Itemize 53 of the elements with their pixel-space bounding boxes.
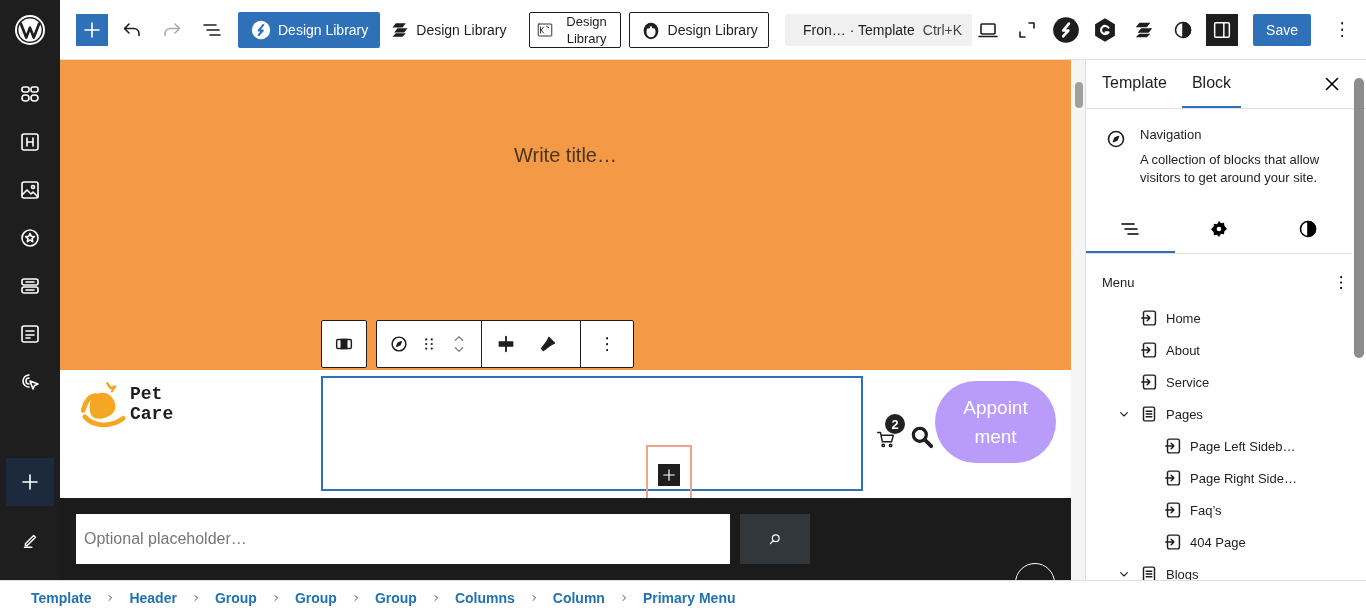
menu-item[interactable]: Faq’s xyxy=(1086,494,1326,526)
menu-item[interactable]: About xyxy=(1086,334,1326,366)
menu-item[interactable]: Page Left Sideb… xyxy=(1086,430,1326,462)
menu-options-button[interactable] xyxy=(1339,275,1342,289)
scrollbar-thumb[interactable] xyxy=(1075,82,1083,108)
image-icon xyxy=(18,178,42,202)
menu-label: Menu xyxy=(1102,274,1135,290)
scrollbar-thumb[interactable] xyxy=(1354,78,1364,358)
s-circle-icon xyxy=(250,18,272,41)
breadcrumb-link[interactable]: Primary Menu xyxy=(633,590,745,606)
breadcrumb-link[interactable]: Template xyxy=(22,590,101,606)
add-block-button[interactable] xyxy=(658,464,680,486)
site-logo-button[interactable] xyxy=(0,0,60,60)
block-description: A collection of blocks that allow visitors to get around your site. xyxy=(1140,151,1321,187)
breadcrumb-link[interactable]: Column xyxy=(543,590,614,606)
save-button[interactable]: Save xyxy=(1253,13,1311,46)
menu-item[interactable]: Pages xyxy=(1086,398,1326,430)
navigation-block[interactable] xyxy=(321,376,863,491)
form-icon xyxy=(18,322,42,346)
plus-icon xyxy=(660,466,678,484)
breadcrumb-link[interactable]: Group xyxy=(365,590,426,606)
panel-tab[interactable]: Block xyxy=(1181,60,1242,108)
document-title: Fron… · Template xyxy=(803,21,915,38)
star-circle-icon xyxy=(18,226,42,250)
breadcrumb-link[interactable]: Columns xyxy=(445,590,524,606)
menu-item[interactable]: 404 Page xyxy=(1086,526,1326,558)
breadcrumb-link[interactable]: Group xyxy=(285,590,346,606)
title-placeholder[interactable]: Write title… xyxy=(514,144,617,168)
design-library-button[interactable]: Design Library xyxy=(238,11,381,48)
design-library-button[interactable]: Design Library xyxy=(628,11,769,48)
menu-item[interactable]: Home xyxy=(1086,302,1326,334)
breadcrumb-link[interactable]: Group xyxy=(205,590,266,606)
kebab-icon xyxy=(1340,21,1344,38)
add-button[interactable] xyxy=(6,458,54,506)
search-icon xyxy=(909,424,935,450)
menu-item[interactable]: Page Right Side… xyxy=(1086,462,1326,494)
kebab-icon xyxy=(605,336,609,352)
cart-count-badge: 2 xyxy=(885,414,905,434)
block-title: Navigation xyxy=(1140,127,1203,142)
design-library-button[interactable]: Design Library xyxy=(528,11,621,48)
heading-icon xyxy=(18,130,42,154)
settings-toggle-button[interactable] xyxy=(1206,13,1239,46)
logo-text: Pet Care xyxy=(130,384,174,424)
menu-item[interactable]: Service xyxy=(1086,366,1326,398)
command-palette-button[interactable]: Fron… · Template Ctrl+K xyxy=(784,13,973,46)
shortcut-hint: Ctrl+K xyxy=(922,21,963,38)
add-block-button[interactable] xyxy=(76,13,108,46)
s-circle-icon xyxy=(1052,15,1081,44)
framed-box-icon xyxy=(535,20,554,39)
search-field[interactable]: Optional placeholder… xyxy=(76,514,730,564)
panel-tab[interactable]: Template xyxy=(1092,60,1177,108)
kebab-icon xyxy=(1339,275,1342,289)
breadcrumb-link[interactable]: Header xyxy=(120,590,186,606)
